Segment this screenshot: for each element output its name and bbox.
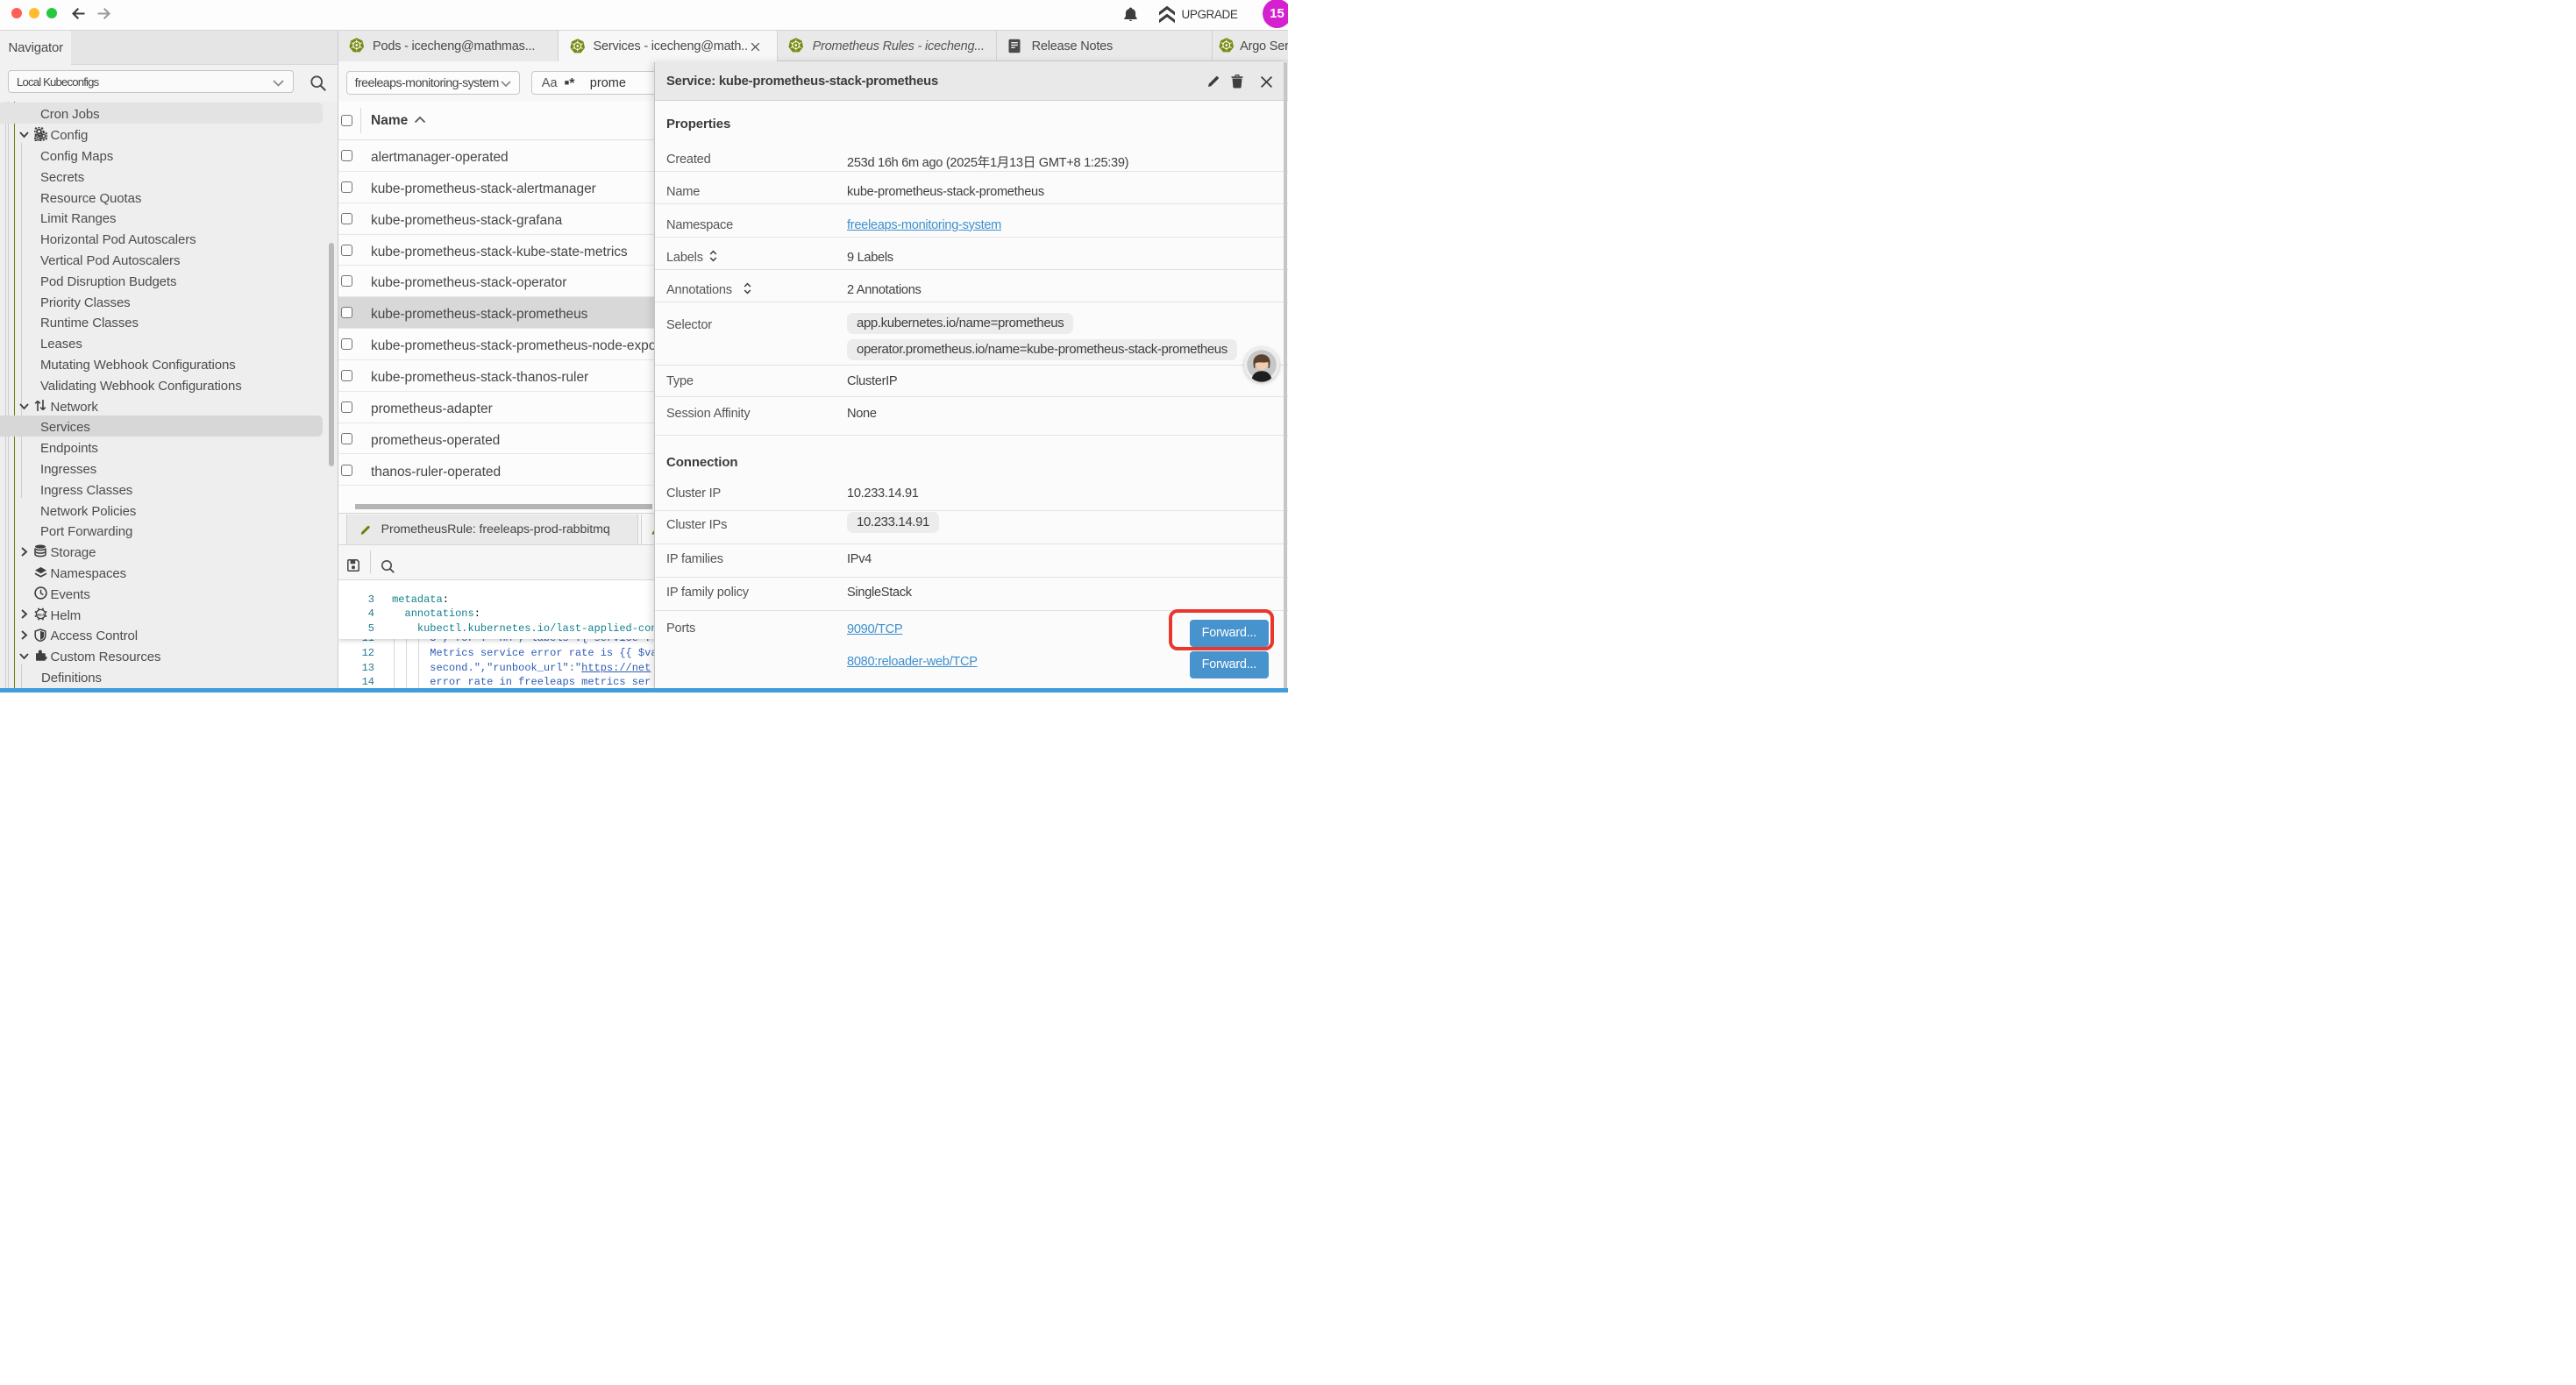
svg-text:HELM: HELM xyxy=(36,612,46,616)
